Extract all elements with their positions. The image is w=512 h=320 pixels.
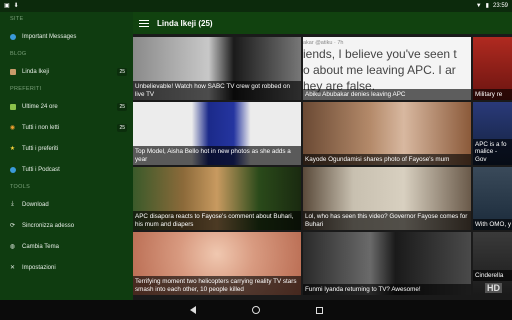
drawer-item-label: Tutti i Podcast <box>22 166 60 173</box>
section-header-site: SITE <box>10 16 24 22</box>
recent-apps-icon[interactable] <box>315 306 323 314</box>
article-tile[interactable]: Funmi Iyanda returning to TV? Awesome! <box>303 232 471 295</box>
drawer-item-tutti-preferiti[interactable]: ★ Tutti i preferiti <box>0 138 133 159</box>
article-tile[interactable]: With OMO, y <box>473 167 512 230</box>
wifi-icon: ▼ <box>475 3 482 9</box>
blog-avatar-icon <box>9 68 16 75</box>
article-tile[interactable]: Unbelievable! Watch how SABC TV crew got… <box>133 37 301 100</box>
rss-icon: ◉ <box>9 125 16 131</box>
article-tile[interactable]: Kayode Ogundamisi shares photo of Fayose… <box>303 102 471 165</box>
palette-icon: ◍ <box>9 244 16 250</box>
drawer-item-label: Important Messages <box>22 33 77 40</box>
download-icon: ⤓ <box>11 201 14 207</box>
rss-icon <box>9 103 16 110</box>
tweet-text-line: o about me leaving APC. I ar <box>303 63 456 77</box>
drawer-item-label: Linda Ikeji <box>22 68 50 75</box>
drawer-item-label: Tutti i non letti <box>22 124 60 131</box>
article-tile[interactable]: APC is a fo malice - Gov <box>473 102 512 165</box>
article-title: Military re <box>473 88 512 100</box>
article-title: Kayode Ogundamisi shares photo of Fayose… <box>303 153 471 165</box>
article-tile[interactable]: Military re <box>473 37 512 100</box>
page-title: Linda Ikeji (25) <box>157 18 213 28</box>
article-tile[interactable]: Top Model, Aisha Bello hot in new photos… <box>133 102 301 165</box>
status-bar: ▣ ⬇ ▼ ▮ 23:59 <box>0 0 512 12</box>
article-title: Abiku Abubakar denies leaving APC <box>303 88 471 100</box>
notification-icon: ▣ <box>4 3 10 9</box>
article-title: APC is a fo malice - Gov <box>473 138 512 165</box>
drawer-item-tutti-podcast[interactable]: Tutti i Podcast <box>0 159 133 180</box>
podcast-icon <box>9 166 16 173</box>
article-title: Lol, who has seen this video? Governor F… <box>303 211 471 230</box>
unread-count-badge: 25 <box>117 123 127 132</box>
drawer-item-label: Download <box>22 201 49 208</box>
unread-count-badge: 25 <box>117 67 127 76</box>
drawer-item-sincronizza[interactable]: ⟳ Sincronizza adesso <box>0 215 133 236</box>
drawer-item-label: Tutti i preferiti <box>22 145 59 152</box>
drawer-item-label: Sincronizza adesso <box>22 222 75 229</box>
home-icon[interactable] <box>251 306 260 314</box>
star-icon: ★ <box>9 146 16 152</box>
battery-icon: ▮ <box>485 3 489 9</box>
unread-count-badge: 25 <box>117 102 127 111</box>
article-tile[interactable]: Lol, who has seen this video? Governor F… <box>303 167 471 230</box>
drawer-item-label: Cambia Tema <box>22 243 59 250</box>
article-tile[interactable]: akar @atiku · 7h iends, I believe you've… <box>303 37 471 100</box>
article-tile[interactable]: Cinderella HD <box>473 232 512 295</box>
section-header-tools: TOOLS <box>10 184 31 190</box>
download-icon: ⬇ <box>13 3 19 9</box>
article-title: Unbelievable! Watch how SABC TV crew got… <box>133 81 301 100</box>
article-title: Terrifying moment two helicopters carryi… <box>133 276 301 295</box>
drawer-item-ultime-24-ore[interactable]: Ultime 24 ore 25 <box>0 96 133 117</box>
wrench-icon: ✕ <box>9 265 16 271</box>
sync-icon: ⟳ <box>9 223 16 229</box>
drawer-item-label: Ultime 24 ore <box>22 103 58 110</box>
article-title: With OMO, y <box>473 218 512 230</box>
article-title: APC disapora reacts to Fayose's comment … <box>133 211 301 230</box>
article-title: Funmi Iyanda returning to TV? Awesome! <box>303 283 471 295</box>
system-navigation-bar <box>0 300 512 320</box>
article-title: Cinderella <box>473 269 512 281</box>
article-grid: Unbelievable! Watch how SABC TV crew got… <box>133 34 512 300</box>
drawer-item-label: Impostazioni <box>22 264 56 271</box>
drawer-item-download[interactable]: ⤓ Download <box>0 194 133 215</box>
drawer-item-tutti-non-letti[interactable]: ◉ Tutti i non letti 25 <box>0 117 133 138</box>
article-title: Top Model, Aisha Bello hot in new photos… <box>133 146 301 165</box>
tweet-text-line: iends, I believe you've seen t <box>303 47 457 61</box>
navigation-drawer: SITE Important Messages BLOG Linda Ikeji… <box>0 12 133 300</box>
article-tile[interactable]: Terrifying moment two helicopters carryi… <box>133 232 301 295</box>
article-tile[interactable]: APC disapora reacts to Fayose's comment … <box>133 167 301 230</box>
drawer-item-impostazioni[interactable]: ✕ Impostazioni <box>0 257 133 278</box>
back-icon[interactable] <box>189 306 196 314</box>
tweet-handle: akar @atiku · 7h <box>303 40 344 46</box>
drawer-item-cambia-tema[interactable]: ◍ Cambia Tema <box>0 236 133 257</box>
section-header-blog: BLOG <box>10 51 27 57</box>
hd-badge: HD <box>485 283 502 293</box>
drawer-item-linda-ikeji[interactable]: Linda Ikeji 25 <box>0 61 133 82</box>
app-bar: Linda Ikeji (25) <box>133 12 512 34</box>
status-time: 23:59 <box>492 3 508 9</box>
menu-icon[interactable] <box>139 19 149 27</box>
drawer-item-important-messages[interactable]: Important Messages <box>0 26 133 47</box>
section-header-preferiti: PREFERITI <box>10 86 42 92</box>
important-messages-icon <box>9 33 16 40</box>
